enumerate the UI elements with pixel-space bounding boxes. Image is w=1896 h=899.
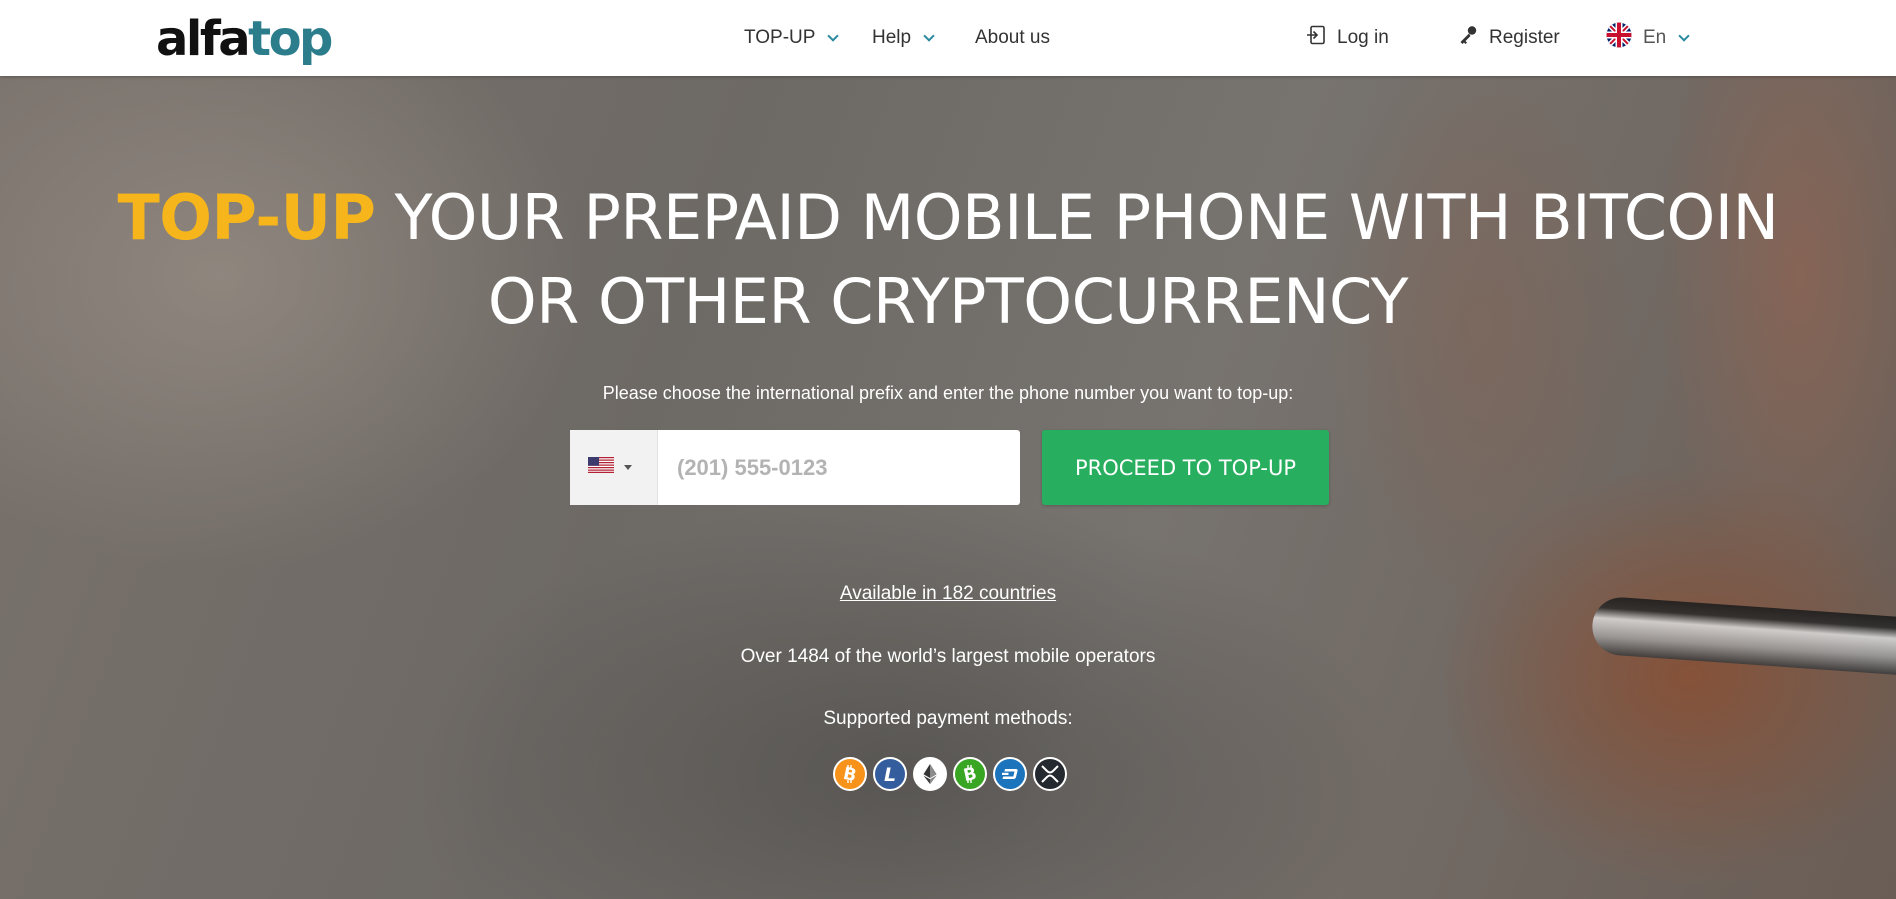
site-header: alfatop TOP-UP Help About us Log in Regi… (0, 0, 1896, 76)
bitcoin-cash-icon: B (953, 757, 987, 791)
bitcoin-icon: B (833, 757, 867, 791)
chevron-down-icon (923, 29, 935, 42)
login-icon (1306, 25, 1326, 51)
svg-text:B: B (962, 764, 979, 785)
register-link[interactable]: Register (1458, 0, 1560, 76)
hero-title-line2: OR OTHER CRYPTOCURRENCY (487, 265, 1409, 338)
litecoin-icon: L (873, 757, 907, 791)
hero-title-line1: TOP-UP YOUR PREPAID MOBILE PHONE WITH BI… (0, 176, 1896, 260)
uk-flag-icon (1606, 22, 1632, 54)
nav-help-label: Help (872, 27, 912, 48)
countries-info: Available in 182 countries (0, 583, 1896, 605)
ripple-icon (1033, 757, 1067, 791)
chevron-down-icon (1678, 29, 1690, 42)
caret-down-icon (624, 465, 632, 470)
phone-number-input[interactable] (658, 430, 1020, 505)
language-selector[interactable]: En (1606, 0, 1690, 76)
payment-methods-list: B L B (833, 757, 1073, 791)
nav-about-us[interactable]: About us (975, 0, 1050, 76)
phone-input-group (570, 430, 1020, 505)
phone-instruction: Please choose the international prefix a… (602, 383, 1294, 403)
nav-topup-label: TOP-UP (744, 27, 816, 48)
login-label: Log in (1337, 27, 1389, 48)
logo-alfa: alfa (156, 11, 251, 67)
ethereum-icon (913, 757, 947, 791)
chevron-down-icon (827, 29, 840, 42)
login-link[interactable]: Log in (1306, 0, 1389, 76)
svg-text:B: B (841, 764, 858, 785)
dash-icon (993, 757, 1027, 791)
hero-title-accent: TOP-UP (117, 181, 376, 254)
nav-about-label: About us (975, 27, 1050, 48)
available-countries-link[interactable]: Available in 182 countries (840, 583, 1056, 604)
us-flag-icon (588, 457, 614, 478)
svg-text:L: L (884, 764, 896, 785)
nav-topup[interactable]: TOP-UP (744, 0, 840, 76)
country-prefix-select[interactable] (570, 430, 658, 505)
operators-text: Over 1484 of the world’s largest mobile … (740, 646, 1156, 667)
logo-top: top (248, 11, 333, 67)
proceed-to-topup-button[interactable]: PROCEED TO TOP-UP (1042, 430, 1329, 505)
register-label: Register (1489, 27, 1560, 48)
hero-section: TOP-UP YOUR PREPAID MOBILE PHONE WITH BI… (0, 76, 1896, 899)
hero-title-line1-rest: YOUR PREPAID MOBILE PHONE WITH BITCOIN (375, 181, 1779, 254)
alfatop-logo[interactable]: alfatop (156, 11, 333, 67)
key-icon (1458, 25, 1478, 51)
nav-help[interactable]: Help (872, 0, 935, 76)
language-label: En (1643, 27, 1667, 48)
payment-methods-label: Supported payment methods: (823, 708, 1073, 729)
